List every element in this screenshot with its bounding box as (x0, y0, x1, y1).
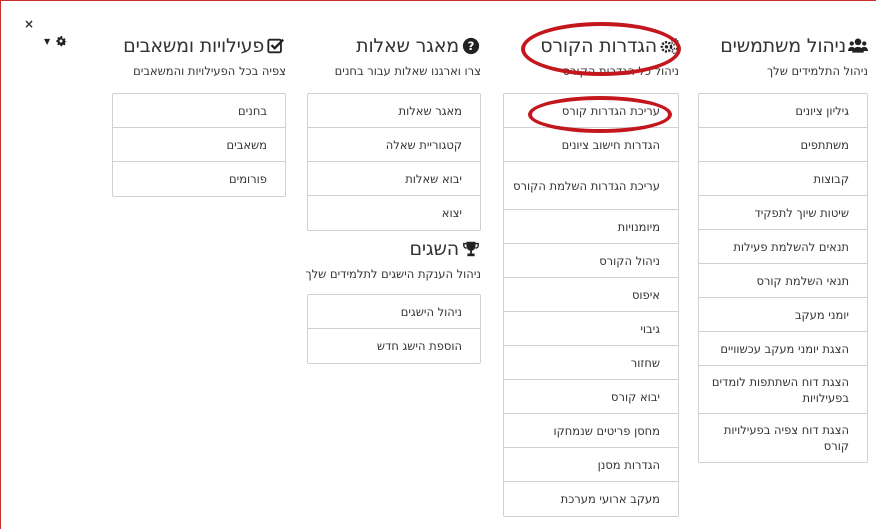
badges-section: השגים ניהול הענקת הישגים לתלמידים שלך ני… (305, 237, 481, 364)
list-item[interactable]: משתתפים (699, 128, 867, 162)
list-item[interactable]: הוספת הישג חדש (308, 329, 480, 363)
list-item[interactable]: קטגוריית שאלה (308, 128, 480, 162)
list-item[interactable]: ניהול הקורס (504, 244, 678, 278)
section-subtitle: צרו וארגנו שאלות עבור בחנים (334, 64, 481, 78)
list-item[interactable]: שחזור (504, 346, 678, 380)
close-icon[interactable]: × (24, 17, 34, 31)
link-list: עריכת הגדרות קורס הגדרות חישוב ציונים ער… (503, 93, 679, 517)
check-square-icon (266, 36, 286, 56)
list-item[interactable]: עריכת הגדרות קורס (504, 94, 678, 128)
list-item[interactable]: קבוצות (699, 162, 867, 196)
list-item[interactable]: מעקב ארועי מערכת (504, 482, 678, 516)
list-item[interactable]: גיבוי (504, 312, 678, 346)
list-item[interactable]: מיומנויות (504, 210, 678, 244)
gear-icon (56, 36, 67, 47)
section-subtitle: ניהול התלמידים שלך (766, 64, 868, 78)
list-item[interactable]: מחסן פריטים שנמחקו (504, 414, 678, 448)
link-list: ניהול הישגים הוספת הישג חדש (307, 294, 481, 364)
list-item[interactable]: יומני מעקב (699, 298, 867, 332)
section-subtitle: ניהול כל הגדרות הקורס (562, 64, 679, 78)
trophy-icon (461, 239, 481, 259)
svg-text:?: ? (468, 39, 475, 53)
list-item[interactable]: יצוא (308, 196, 480, 230)
list-item[interactable]: תנאים להשלמת פעילות (699, 230, 867, 264)
list-item[interactable]: הצגת דוח השתתפות לומדים בפעילויות (699, 366, 867, 414)
section-subtitle: צפיה בכל הפעילויות והמשאבים (133, 64, 286, 78)
chevron-down-icon: ▼ (44, 36, 51, 46)
section-title: השגים (409, 238, 459, 260)
list-item[interactable]: פורומים (113, 162, 285, 196)
question-circle-icon: ? (461, 36, 481, 56)
list-item[interactable]: איפוס (504, 278, 678, 312)
user-management-section: ניהול משתמשים ניהול התלמידים שלך גיליון … (698, 34, 868, 463)
course-settings-section: הגדרות הקורס ניהול כל הגדרות הקורס עריכת… (503, 34, 679, 517)
link-list: מאגר שאלות קטגוריית שאלה יבוא שאלות יצוא (307, 93, 481, 231)
list-item[interactable]: יבוא קורס (504, 380, 678, 414)
list-item[interactable]: הצגת דוח צפיה בפעילויות קורס (699, 414, 867, 462)
list-item[interactable]: הגדרות מסנן (504, 448, 678, 482)
list-item[interactable]: מאגר שאלות (308, 94, 480, 128)
actions-menu[interactable]: ▼ (44, 34, 68, 48)
list-item[interactable]: גיליון ציונים (699, 94, 867, 128)
users-icon (848, 36, 868, 56)
section-title: ניהול משתמשים (720, 35, 846, 57)
question-bank-section: ? מאגר שאלות צרו וארגנו שאלות עבור בחנים… (307, 34, 481, 231)
list-item[interactable]: משאבים (113, 128, 285, 162)
list-item[interactable]: הגדרות חישוב ציונים (504, 128, 678, 162)
list-item[interactable]: תנאי השלמת קורס (699, 264, 867, 298)
link-list: בחנים משאבים פורומים (112, 93, 286, 197)
list-item[interactable]: הצגת יומני מעקב עכשוויים (699, 332, 867, 366)
section-title: מאגר שאלות (356, 35, 459, 57)
list-item[interactable]: יבוא שאלות (308, 162, 480, 196)
gears-icon (659, 36, 679, 56)
section-title: פעילויות ומשאבים (123, 35, 264, 57)
list-item[interactable]: ניהול הישגים (308, 295, 480, 329)
activities-section: פעילויות ומשאבים צפיה בכל הפעילויות והמש… (112, 34, 286, 197)
list-item[interactable]: בחנים (113, 94, 285, 128)
section-title: הגדרות הקורס (540, 35, 657, 57)
section-subtitle: ניהול הענקת הישגים לתלמידים שלך (305, 267, 481, 281)
list-item[interactable]: שיטות שיוך לתפקיד (699, 196, 867, 230)
list-item[interactable]: עריכת הגדרות השלמת הקורס (504, 162, 678, 210)
link-list: גיליון ציונים משתתפים קבוצות שיטות שיוך … (698, 93, 868, 463)
